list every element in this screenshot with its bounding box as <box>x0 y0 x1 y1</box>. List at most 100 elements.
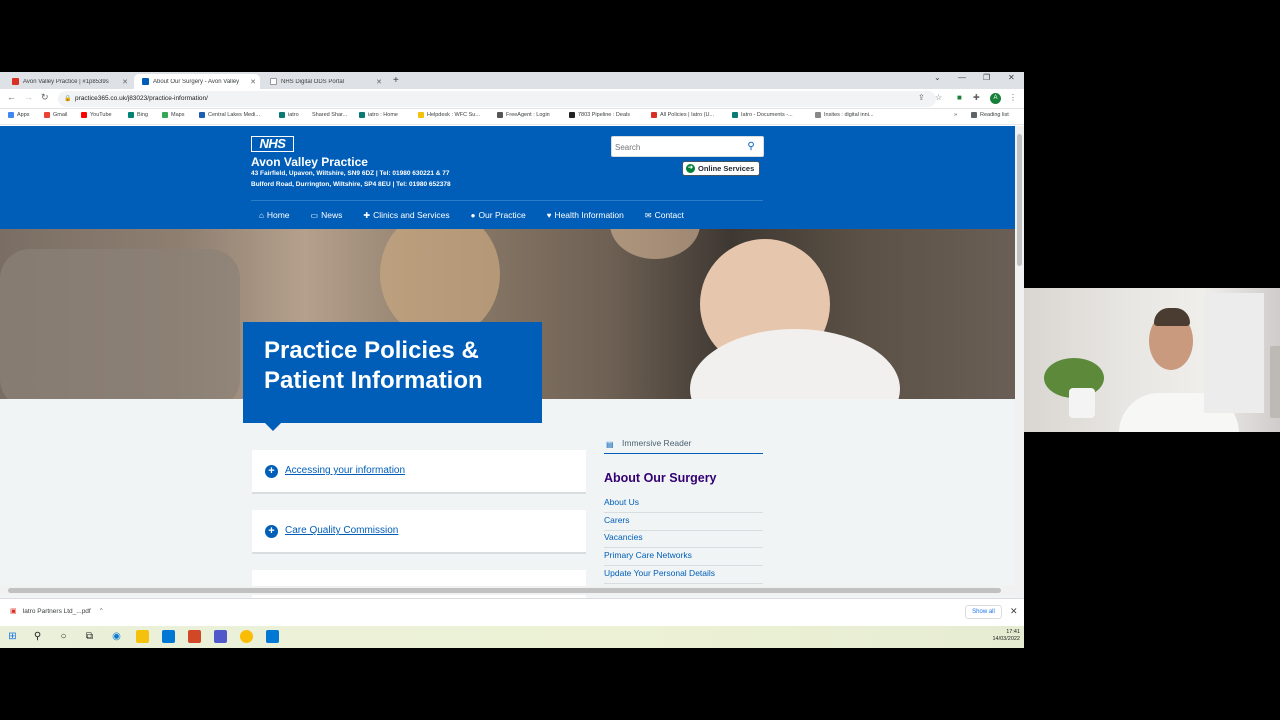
close-icon[interactable]: ✕ <box>1010 606 1018 617</box>
pdf-icon: ▣ <box>10 608 17 615</box>
accordion-accessing-information[interactable]: + Accessing your information <box>252 450 586 494</box>
bookmark-insites[interactable]: Insites : digital inni... <box>815 112 874 118</box>
sidebar-link-update-details[interactable]: Update Your Personal Details <box>604 566 763 584</box>
teams-icon[interactable] <box>214 630 227 643</box>
practice-name[interactable]: Avon Valley Practice <box>251 155 368 169</box>
sidebar-link-vacancies[interactable]: Vacancies <box>604 530 763 548</box>
download-item[interactable]: ▣ Iatro Partners Ltd_...pdf ⌃ <box>10 607 104 615</box>
reading-list[interactable]: Reading list <box>971 112 1009 118</box>
tab-nhs-digital-ods[interactable]: NHS Digital ODS Portal ✕ <box>262 74 386 89</box>
cortana-icon[interactable]: ○ <box>57 630 70 643</box>
helpdesk-icon <box>418 112 424 118</box>
nav-our-practice[interactable]: ● Our Practice <box>463 208 526 222</box>
close-icon[interactable]: ✕ <box>376 78 382 86</box>
online-services-label: Online Services <box>698 164 755 173</box>
news-icon: ▭ <box>310 210 319 220</box>
minimize-icon[interactable]: — <box>958 73 966 82</box>
nav-health-information[interactable]: ♥ Health Information <box>539 208 624 222</box>
nhs-logo[interactable]: NHS <box>251 136 294 152</box>
search-icon[interactable]: ⚲ <box>31 630 44 643</box>
apps-grid-icon <box>8 112 14 118</box>
tab-about-our-surgery[interactable]: About Our Surgery - Avon Valley ✕ <box>134 74 260 89</box>
hero-arrow <box>265 423 281 431</box>
extension-icon[interactable]: ■ <box>957 93 962 102</box>
search-input[interactable] <box>612 138 742 157</box>
windows-start-icon[interactable]: ⊞ <box>6 630 19 643</box>
hero-image-detail <box>0 249 240 399</box>
url-text: practice365.co.uk/j83023/practice-inform… <box>75 95 208 102</box>
nav-contact[interactable]: ✉ Contact <box>637 208 684 222</box>
nav-home[interactable]: ⌂ Home <box>251 208 290 222</box>
share-icon[interactable]: ⇪ <box>918 93 925 102</box>
toolbar: ← → ↻ 🔒 practice365.co.uk/j83023/practic… <box>0 89 1024 109</box>
online-services-button[interactable]: ➜ Online Services <box>682 161 761 176</box>
sidebar-link-carers[interactable]: Carers <box>604 513 763 531</box>
chrome-icon[interactable] <box>240 630 253 643</box>
tab-strip: Avon Valley Practice | #1p8539s ✕ About … <box>0 72 1024 89</box>
policies-icon <box>651 112 657 118</box>
bookmark-apps[interactable]: Apps <box>8 112 30 118</box>
bing-icon <box>128 112 134 118</box>
show-all-button[interactable]: Show all <box>965 605 1002 619</box>
store-icon[interactable] <box>162 630 175 643</box>
powerpoint-icon[interactable] <box>188 630 201 643</box>
clock-time: 17:41 <box>1006 629 1020 635</box>
bookmark-shared[interactable]: Shared Shar... <box>312 112 347 118</box>
outlook-icon[interactable] <box>266 630 279 643</box>
avatar[interactable]: A <box>990 93 1001 104</box>
bookmark-label: All Policies | Iatro (U... <box>660 112 714 118</box>
bookmark-label: Central Lakes Medi... <box>208 112 260 118</box>
tab-search-icon[interactable]: ⌄ <box>934 73 941 82</box>
bookmark-label: Bing <box>137 112 149 118</box>
bookmark-youtube[interactable]: YouTube <box>81 112 112 118</box>
bookmark-policies[interactable]: All Policies | Iatro (U... <box>651 112 714 118</box>
clock-date: 14/03/2022 <box>992 636 1020 642</box>
nav-news[interactable]: ▭ News <box>303 208 343 222</box>
window-close-icon[interactable]: ✕ <box>1008 73 1015 82</box>
sidebar-link-about-us[interactable]: About Us <box>604 495 763 513</box>
more-bookmarks-icon[interactable]: » <box>954 112 957 118</box>
immersive-reader-button[interactable]: ▤ Immersive Reader <box>604 437 763 454</box>
vertical-scroll-thumb[interactable] <box>1017 134 1022 266</box>
address-line-2: Bulford Road, Durrington, Wiltshire, SP4… <box>251 181 451 188</box>
edge-icon[interactable]: ◉ <box>110 630 123 643</box>
accordion-label[interactable]: Care Quality Commission <box>285 525 398 536</box>
bookmark-bing[interactable]: Bing <box>128 112 148 118</box>
task-view-icon[interactable]: ⧉ <box>83 630 96 643</box>
bookmark-freeagent[interactable]: FreeAgent : Login <box>497 112 550 118</box>
menu-kebab-icon[interactable]: ⋮ <box>1009 93 1017 102</box>
lock-icon: 🔒 <box>64 96 72 102</box>
envelope-icon: ✉ <box>644 210 652 220</box>
accordion-care-quality-commission[interactable]: + Care Quality Commission <box>252 510 586 554</box>
close-icon[interactable]: ✕ <box>250 78 256 86</box>
horizontal-scroll-thumb[interactable] <box>8 588 1001 593</box>
sidebar-link-primary-care-networks[interactable]: Primary Care Networks <box>604 548 763 566</box>
bookmark-gmail[interactable]: Gmail <box>44 112 67 118</box>
new-tab-button[interactable]: + <box>393 74 399 87</box>
nav-clinics-services[interactable]: ✚ Clinics and Services <box>355 208 449 222</box>
bookmark-iatro-documents[interactable]: Iatro - Documents -... <box>732 112 793 118</box>
bookmark-central-lakes[interactable]: Central Lakes Medi... <box>199 112 260 118</box>
address-bar[interactable]: 🔒 practice365.co.uk/j83023/practice-info… <box>58 91 936 107</box>
bookmark-star-icon[interactable]: ☆ <box>935 93 942 102</box>
accordion-label[interactable]: Accessing your information <box>285 465 405 476</box>
restore-icon[interactable]: ❐ <box>983 73 990 82</box>
bookmark-label: 7803 Pipeline : Deals <box>578 112 630 118</box>
bookmark-iatro-home[interactable]: iatro : Home <box>359 112 398 118</box>
chevron-up-icon[interactable]: ⌃ <box>99 608 104 615</box>
medical-bag-icon: ✚ <box>363 210 371 220</box>
tab-avon-valley-practice[interactable]: Avon Valley Practice | #1p8539s ✕ <box>4 74 132 89</box>
bookmark-helpdesk[interactable]: Helpdesk : WFC Su... <box>418 112 480 118</box>
reload-icon[interactable]: ↻ <box>41 92 49 103</box>
puzzle-icon[interactable]: ✚ <box>973 93 980 102</box>
browser-window: Avon Valley Practice | #1p8539s ✕ About … <box>0 72 1024 648</box>
bookmark-pipeline[interactable]: 7803 Pipeline : Deals <box>569 112 630 118</box>
system-clock[interactable]: 17:41 14/03/2022 <box>984 629 1020 643</box>
close-icon[interactable]: ✕ <box>122 78 128 86</box>
bookmark-iatro[interactable]: iatro <box>279 112 299 118</box>
forward-icon[interactable]: → <box>24 92 33 102</box>
search-icon[interactable]: ⚲ <box>741 138 761 155</box>
back-icon[interactable]: ← <box>7 92 16 102</box>
file-explorer-icon[interactable] <box>136 630 149 643</box>
bookmark-maps[interactable]: Maps <box>162 112 184 118</box>
